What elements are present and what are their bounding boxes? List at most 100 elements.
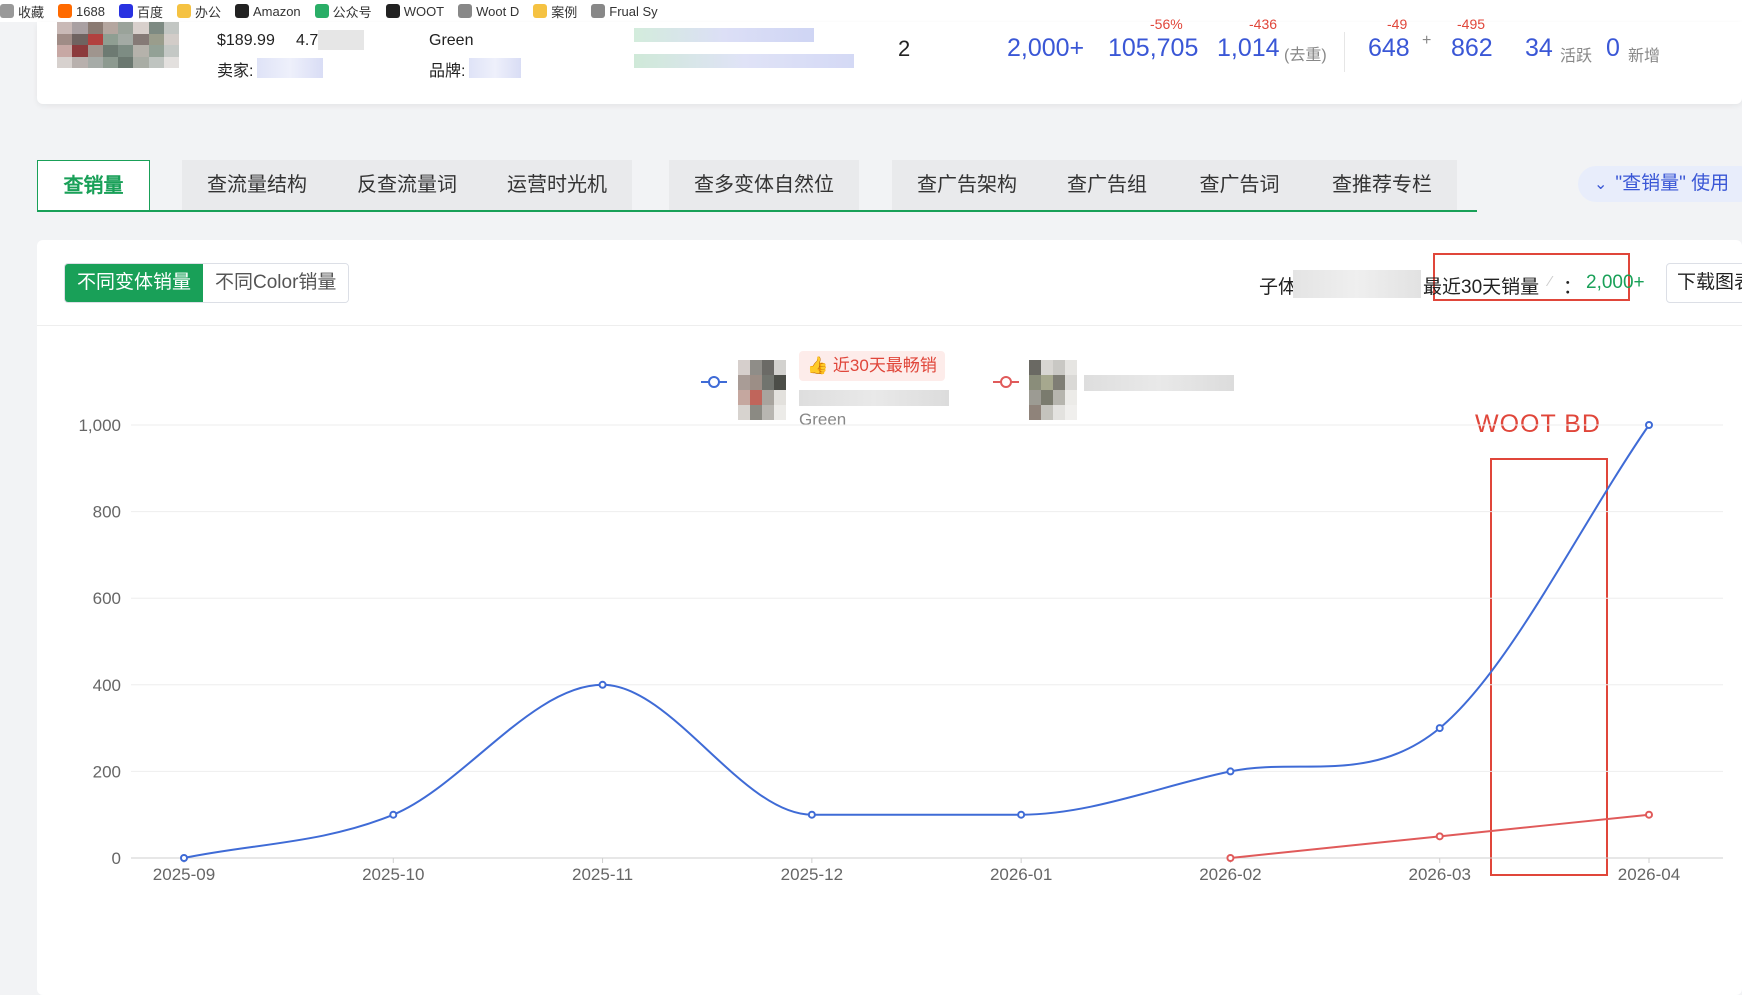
bookmark-item[interactable]: 百度 <box>118 2 163 21</box>
bookmark-item[interactable]: 公众号 <box>314 2 372 21</box>
brand-label: 品牌: <box>429 63 466 80</box>
x-tick-label: 2026-02 <box>1199 865 1261 884</box>
x-tick-label: 2026-04 <box>1618 865 1680 884</box>
ratings2-change: -495 <box>1457 16 1486 32</box>
y-tick-label: 1,000 <box>78 416 121 435</box>
amazon-icon <box>385 4 400 18</box>
redacted-brand <box>469 58 521 78</box>
chevron-down-icon: ⌄ <box>1594 176 1608 193</box>
ratings2-value: 862 <box>1451 34 1493 62</box>
redacted-category-2[interactable] <box>634 54 854 68</box>
bookmark-label: 百度 <box>136 4 163 20</box>
sales-value: 105,705 <box>1108 34 1199 62</box>
bookmark-item[interactable]: Amazon <box>234 3 301 19</box>
usage-guide-text: "查销量" 使用 <box>1615 173 1730 194</box>
series-1-point[interactable] <box>807 810 816 819</box>
bookmark-item[interactable]: 1688 <box>58 4 105 19</box>
y-tick-label: 200 <box>93 762 121 781</box>
sales-chart-panel: 不同变体销量 不同Color销量 子体 最近30天销量 ⁄ ： 2,000+ 下… <box>37 240 1742 995</box>
x-tick-label: 2025-12 <box>781 865 843 884</box>
product-price: $189.99 <box>217 32 275 49</box>
tab-reverse-keywords[interactable]: 反查流量词 <box>332 160 482 210</box>
star-icon <box>0 4 14 18</box>
bookmark-label: 收藏 <box>18 4 45 20</box>
active-label: 活跃 <box>1560 48 1593 65</box>
product-color: Green <box>429 32 474 49</box>
new-label: 新增 <box>1628 48 1661 65</box>
product-card: $189.99 4.7 卖家: Green 品牌: 2 -56% 2,000+ … <box>37 16 1742 104</box>
tab-ad-structure[interactable]: 查广告架构 <box>892 160 1042 210</box>
x-tick-label: 2025-09 <box>153 865 215 884</box>
feature-tabs: 查销量 查流量结构 反查流量词 运营时光机 查多变体自然位 查广告架构 查广告组… <box>37 160 1742 212</box>
redacted-seller <box>257 58 323 78</box>
bookmark-item[interactable]: WOOT <box>385 3 445 19</box>
y-tick-label: 400 <box>93 676 121 695</box>
bookmark-label: 1688 <box>76 3 105 19</box>
series-1-point[interactable] <box>598 680 607 689</box>
series-2-point[interactable] <box>1435 832 1444 841</box>
bookmark-item[interactable]: 案例 <box>533 2 577 21</box>
tab-time-machine[interactable]: 运营时光机 <box>482 160 632 210</box>
globe-icon <box>458 4 473 18</box>
tab-sales[interactable]: 查销量 <box>37 160 150 212</box>
series-1-point[interactable] <box>1226 767 1235 776</box>
1688-icon <box>58 4 73 18</box>
amazon-icon <box>234 4 249 18</box>
y-tick-label: 0 <box>112 849 121 868</box>
bookmark-item[interactable]: Woot D <box>458 4 519 19</box>
tab-recommendations[interactable]: 查推荐专栏 <box>1307 160 1457 210</box>
product-thumbnail[interactable] <box>57 22 179 68</box>
y-tick-label: 800 <box>93 503 121 522</box>
bookmark-label: WOOT <box>403 3 445 19</box>
bookmark-label: Amazon <box>252 3 301 19</box>
product-rating: 4.7 <box>296 32 319 49</box>
ratings-plus: + <box>1422 32 1432 49</box>
tab-underline <box>37 210 1477 212</box>
series-1-point[interactable] <box>1645 421 1653 429</box>
x-tick-label: 2025-10 <box>362 865 424 884</box>
reviews-note: (去重) <box>1284 47 1327 64</box>
bookmark-label: 办公 <box>194 4 221 20</box>
sales-change: -56% <box>1150 16 1183 32</box>
series-2-point[interactable] <box>1645 810 1653 819</box>
active-value: 34 <box>1525 34 1553 62</box>
folder-icon <box>176 4 191 18</box>
new-value: 0 <box>1606 34 1620 62</box>
series-1-point[interactable] <box>1017 810 1026 819</box>
tab-ad-groups[interactable]: 查广告组 <box>1042 160 1172 210</box>
bookmark-item[interactable]: 办公 <box>176 2 221 21</box>
redacted-rating-count <box>318 30 364 50</box>
tab-variant-ranking[interactable]: 查多变体自然位 <box>669 160 859 210</box>
y-tick-label: 600 <box>93 589 121 608</box>
bookmark-label: 公众号 <box>332 4 372 20</box>
variant-count: 2 <box>898 36 911 61</box>
tab-traffic-structure[interactable]: 查流量结构 <box>182 160 332 210</box>
reviews-change: -436 <box>1249 16 1278 32</box>
series-1-point[interactable] <box>389 810 398 819</box>
tab-ad-keywords[interactable]: 查广告词 <box>1172 160 1307 210</box>
wechat-icon <box>314 4 329 18</box>
bookmark-item[interactable]: Frual Sy <box>591 3 658 19</box>
sales-label: 2,000+ <box>1007 34 1085 62</box>
bookmark-label: Woot D <box>476 3 520 19</box>
series-1-point[interactable] <box>180 854 188 862</box>
series-1-line <box>183 424 1650 859</box>
globe-icon <box>591 4 606 18</box>
bookmark-item[interactable]: 收藏 <box>0 2 44 21</box>
ratings-change: -49 <box>1387 16 1408 32</box>
reviews-value: 1,014 <box>1217 34 1280 62</box>
seller-label: 卖家: <box>217 63 254 80</box>
sales-line-chart: 0 200 400 600 800 1,000 2025-09 2025-10 2025-11 2… <box>78 416 1723 884</box>
ratings-value: 648 <box>1368 34 1410 62</box>
bookmark-label: Frual Sy <box>609 3 658 19</box>
usage-guide-pill[interactable]: ⌄ "查销量" 使用 <box>1578 166 1742 202</box>
series-2-point[interactable] <box>1226 854 1235 862</box>
bookmark-label: 案例 <box>551 4 578 20</box>
series-1-point[interactable] <box>1435 724 1444 733</box>
x-tick-label: 2026-03 <box>1409 865 1471 884</box>
redacted-category-1[interactable] <box>634 28 814 42</box>
baidu-icon <box>118 4 133 18</box>
folder-icon <box>533 4 548 18</box>
x-tick-label: 2026-01 <box>990 865 1052 884</box>
stat-divider <box>1344 32 1345 72</box>
